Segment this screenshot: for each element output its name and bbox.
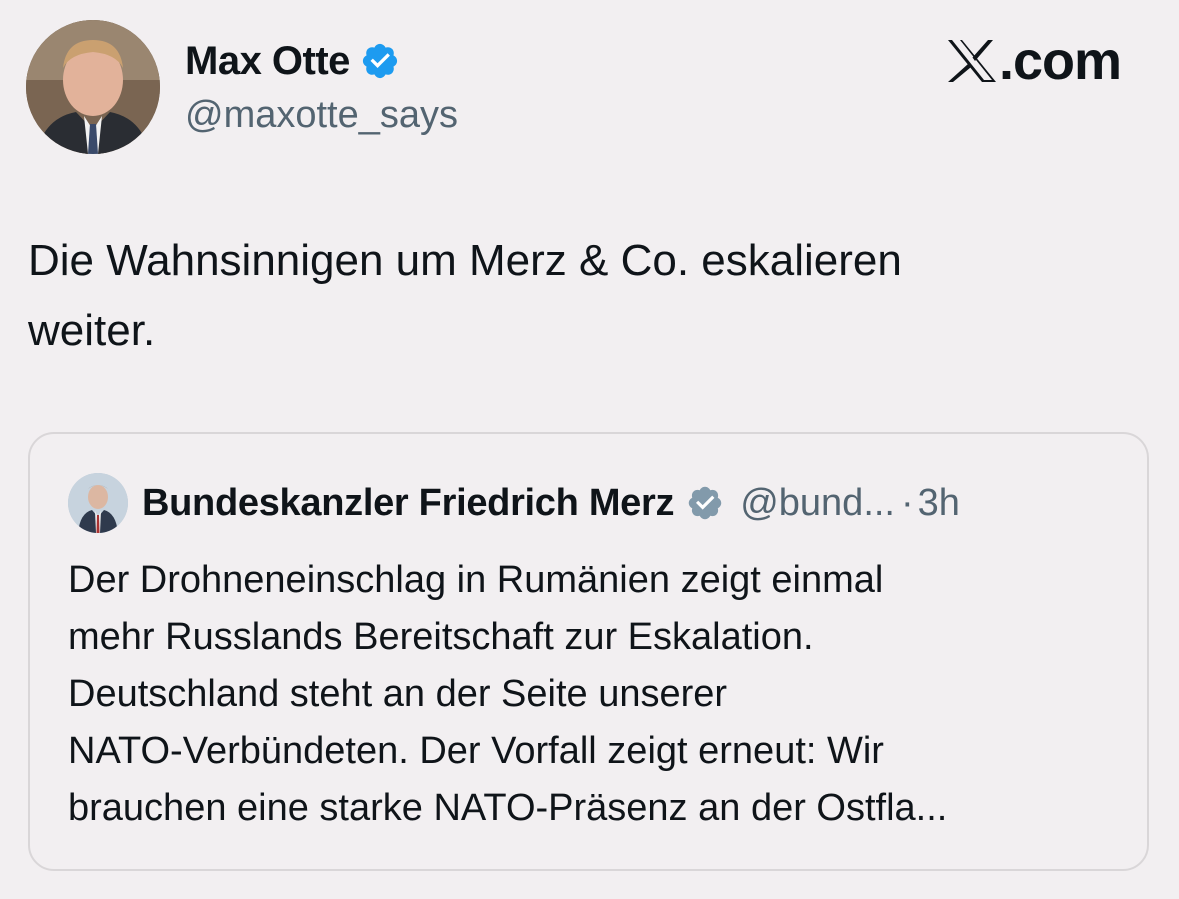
quoted-text-line: Der Drohneneinschlag in Rumänien zeigt e… [68,559,884,601]
tweet-text-line: Die Wahnsinnigen um Merz & Co. eskaliere… [28,236,902,285]
x-com-text: .com [998,31,1122,91]
author-avatar[interactable] [26,20,160,154]
quoted-tweet-card[interactable]: Bundeskanzler Friedrich Merz @bund... · … [28,432,1149,871]
quoted-tweet-time[interactable]: 3h [918,482,960,525]
verified-gray-badge-icon [686,484,724,522]
tweet-text: Die Wahnsinnigen um Merz & Co. eskaliere… [28,226,1128,366]
quoted-tweet-text: Der Drohneneinschlag in Rumänien zeigt e… [68,552,1128,837]
quoted-author-avatar[interactable] [68,473,128,533]
verified-badge-icon [360,41,400,81]
quoted-author-name[interactable]: Bundeskanzler Friedrich Merz [142,482,675,525]
quoted-text-line: brauchen eine starke NATO-Präsenz an der… [68,787,948,829]
author-name-row: Max Otte [185,36,400,86]
x-logo-icon [946,38,998,84]
quoted-tweet-header: Bundeskanzler Friedrich Merz @bund... · … [68,472,960,534]
author-name[interactable]: Max Otte [185,36,350,86]
author-handle[interactable]: @maxotte_says [185,92,458,138]
quoted-text-line: NATO-Verbündeten. Der Vorfall zeigt erne… [68,730,884,772]
x-com-brand: .com [946,31,1122,91]
quoted-text-line: Deutschland steht an der Seite unserer [68,673,728,715]
quoted-text-line: mehr Russlands Bereitschaft zur Eskalati… [68,616,814,658]
tweet-text-line: weiter. [28,306,156,355]
quoted-author-handle[interactable]: @bund... [740,482,895,525]
separator-dot: · [901,481,914,524]
tweet-screenshot: Max Otte @maxotte_says .com Die Wahnsinn… [0,0,1179,899]
